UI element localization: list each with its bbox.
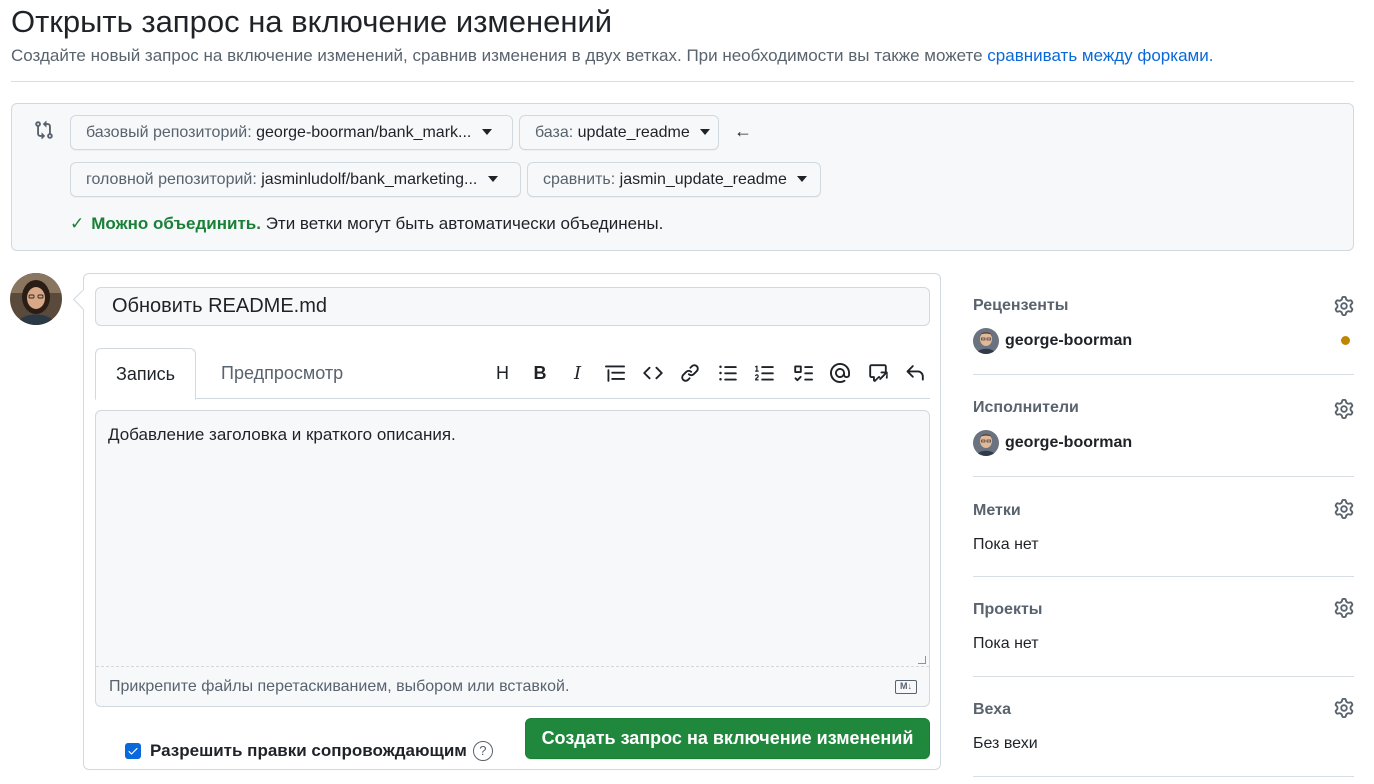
projects-value: Пока нет	[973, 635, 1039, 652]
caret-down-icon	[700, 128, 711, 135]
check-icon: ✓	[70, 214, 85, 233]
gear-icon[interactable]	[1334, 598, 1354, 618]
reply-icon[interactable]	[902, 360, 928, 386]
markdown-toolbar: H B I	[478, 360, 928, 386]
code-icon[interactable]	[640, 360, 666, 386]
resize-handle[interactable]	[918, 656, 926, 664]
compare-branch-value: jasmin_update_readme	[619, 171, 787, 188]
page-description: Создайте новый запрос на включение измен…	[11, 46, 1213, 66]
base-branch-value: update_readme	[577, 124, 690, 141]
head-repository-select[interactable]: головной репозиторий: jasminludolf/bank_…	[70, 162, 521, 197]
pr-body-textarea[interactable]: Добавление заголовка и краткого описания…	[95, 410, 930, 707]
mention-icon[interactable]	[827, 360, 853, 386]
cross-reference-icon[interactable]	[865, 360, 891, 386]
gear-icon[interactable]	[1334, 499, 1354, 519]
ordered-list-icon[interactable]	[752, 360, 778, 386]
file-attachment-bar[interactable]: Прикрепите файлы перетаскиванием, выборо…	[96, 666, 929, 706]
caret-down-icon	[797, 175, 808, 182]
pull-request-form: Обновить README.md Запись Предпросмотр H…	[83, 273, 941, 770]
gear-icon[interactable]	[1334, 399, 1354, 419]
tab-write[interactable]: Запись	[95, 348, 197, 400]
attach-files-text: Прикрепите файлы перетаскиванием, выборо…	[109, 678, 570, 695]
labels-heading: Метки	[973, 502, 1021, 519]
gear-icon[interactable]	[1334, 296, 1354, 316]
allow-edits-label: Разрешить правки сопровождающим	[150, 741, 467, 760]
page-description-text: Создайте новый запрос на включение измен…	[11, 46, 983, 65]
bold-icon[interactable]: B	[527, 360, 553, 386]
reviewer-avatar	[973, 328, 999, 354]
sidebar: Рецензенты george-boorman Исполнители ge…	[973, 280, 1354, 784]
heading-icon[interactable]: H	[490, 360, 516, 386]
git-compare-icon	[34, 120, 54, 140]
compare-branch-prefix: сравнить:	[543, 171, 616, 188]
tab-preview[interactable]: Предпросмотр	[201, 348, 363, 399]
merge-status-text: Эти ветки могут быть автоматически объед…	[265, 214, 664, 233]
arrow-left-icon: ←	[734, 121, 752, 141]
assignee-name: george-boorman	[1005, 434, 1133, 451]
milestone-heading: Веха	[973, 701, 1012, 718]
reviewer-name: george-boorman	[1005, 332, 1133, 349]
base-repository-prefix: базовый репозиторий:	[86, 124, 252, 141]
compare-across-forks-link[interactable]: сравнивать между форками.	[987, 46, 1213, 65]
assignees-heading: Исполнители	[973, 399, 1079, 416]
projects-heading: Проекты	[973, 601, 1043, 618]
sidebar-reviewers: Рецензенты george-boorman	[973, 280, 1354, 375]
compare-box: базовый репозиторий: george-boorman/bank…	[11, 103, 1354, 251]
base-repository-value: george-boorman/bank_mark...	[256, 124, 472, 141]
compare-branch-select[interactable]: сравнить: jasmin_update_readme	[527, 162, 821, 197]
caret-down-icon	[487, 175, 498, 182]
gear-icon[interactable]	[1334, 698, 1354, 718]
base-branch-prefix: база:	[535, 124, 574, 141]
page-title: Открыть запрос на включение изменений	[11, 4, 613, 39]
reviewers-heading: Рецензенты	[973, 297, 1069, 314]
merge-status-ok: Можно объединить.	[91, 214, 261, 233]
page-header: Открыть запрос на включение изменений Со…	[11, 0, 1354, 82]
milestone-value: Без вехи	[973, 735, 1038, 752]
sidebar-assignees: Исполнители george-boorman	[973, 375, 1354, 477]
unordered-list-icon[interactable]	[715, 360, 741, 386]
pr-body-text: Добавление заголовка и краткого описания…	[108, 425, 456, 444]
caret-down-icon	[481, 128, 492, 135]
link-icon[interactable]	[677, 360, 703, 386]
question-icon[interactable]: ?	[472, 741, 493, 761]
italic-icon[interactable]: I	[565, 360, 591, 386]
sidebar-projects: Проекты Пока нет	[973, 577, 1354, 677]
labels-value: Пока нет	[973, 536, 1039, 553]
author-avatar[interactable]	[10, 273, 62, 325]
create-pull-request-button[interactable]: Создать запрос на включение изменений	[525, 718, 930, 759]
allow-edits-checkbox[interactable]	[125, 743, 141, 759]
head-repository-value: jasminludolf/bank_marketing...	[261, 171, 478, 188]
merge-status: ✓ Можно объединить. Эти ветки могут быть …	[70, 214, 663, 234]
quote-icon[interactable]	[602, 360, 628, 386]
assignee-avatar	[973, 430, 999, 456]
pr-title-input[interactable]: Обновить README.md	[95, 287, 930, 326]
editor-tabs: Запись Предпросмотр H B I	[95, 348, 930, 400]
allow-maintainer-edits[interactable]: Разрешить правки сопровождающим ?	[125, 741, 493, 761]
sidebar-milestone: Веха Без вехи	[973, 677, 1354, 777]
base-repository-select[interactable]: базовый репозиторий: george-boorman/bank…	[70, 115, 513, 150]
pending-review-dot	[1341, 336, 1350, 345]
base-branch-select[interactable]: база: update_readme	[519, 115, 719, 150]
sidebar-labels: Метки Пока нет	[973, 477, 1354, 577]
markdown-icon[interactable]: M↓	[895, 680, 917, 694]
assignee-item[interactable]: george-boorman	[973, 430, 1132, 456]
head-repository-prefix: головной репозиторий:	[86, 171, 257, 188]
reviewer-item[interactable]: george-boorman	[973, 328, 1132, 354]
task-list-icon[interactable]	[790, 360, 816, 386]
